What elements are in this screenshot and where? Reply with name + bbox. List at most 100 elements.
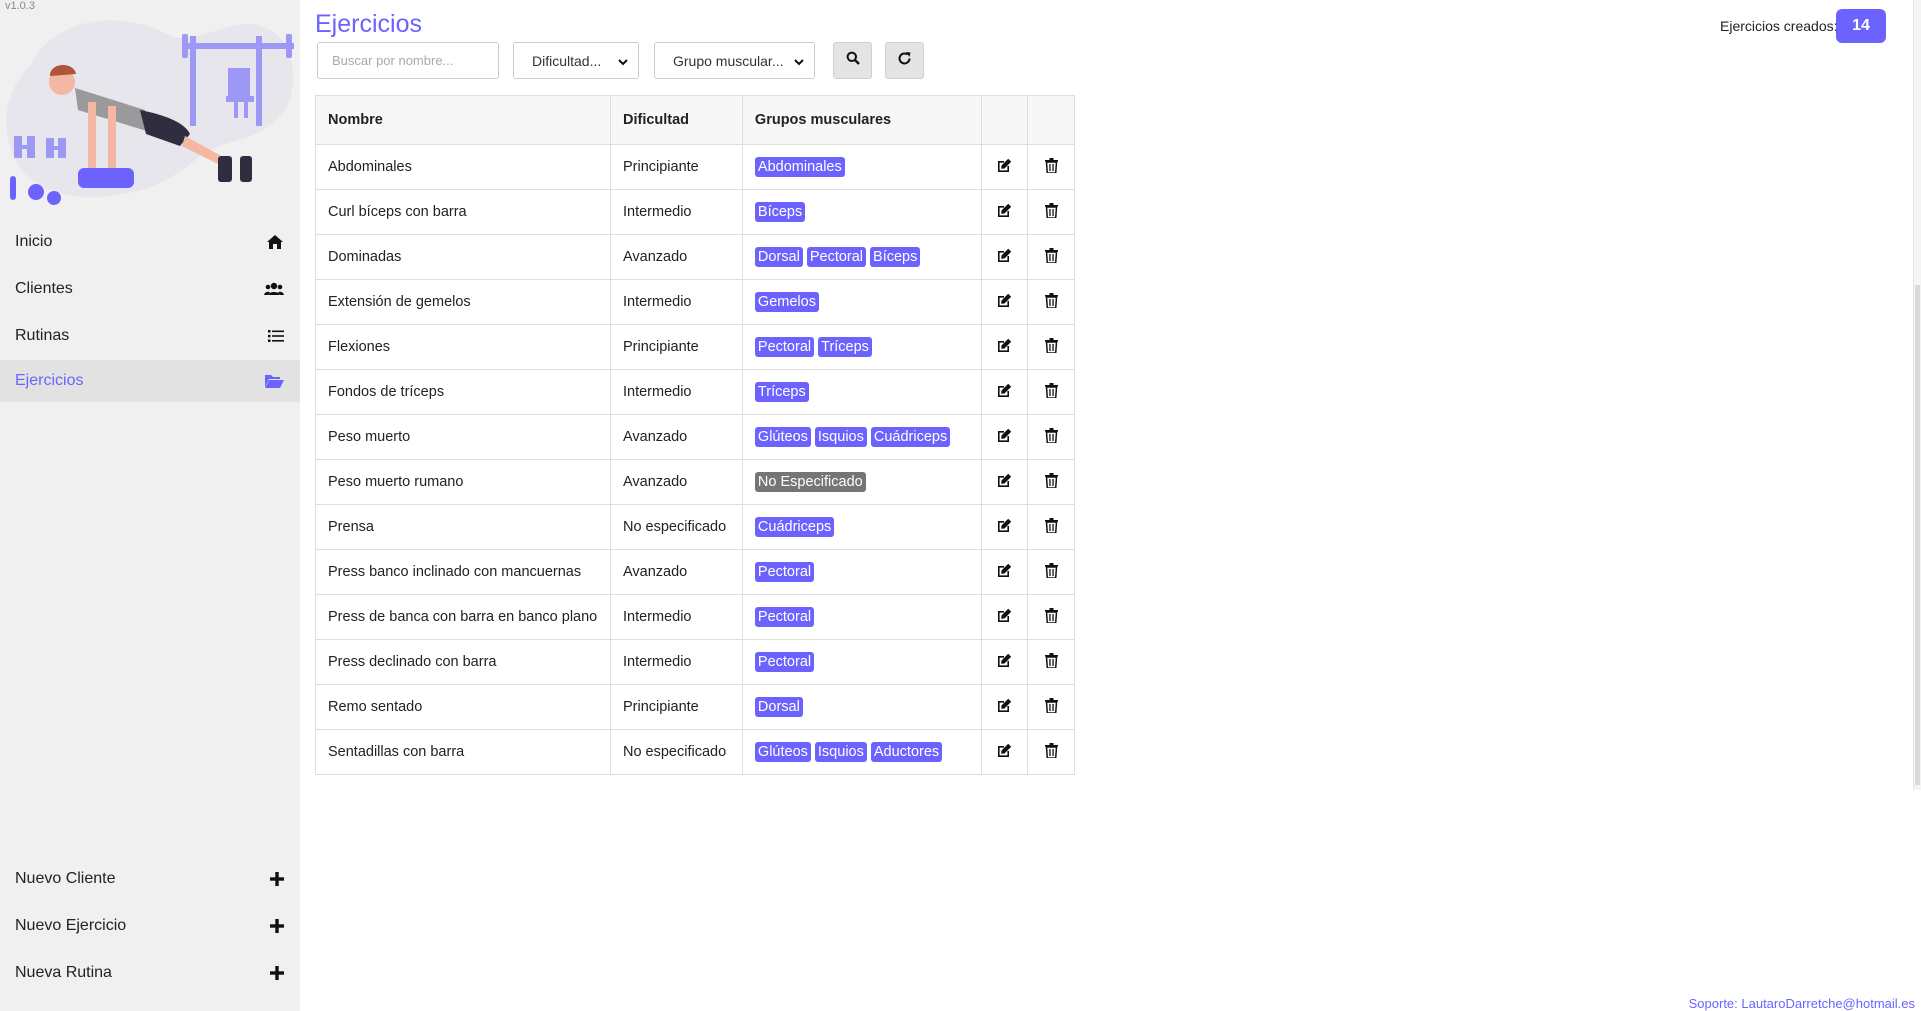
folder-open-icon — [265, 374, 284, 388]
delete-button[interactable] — [1027, 639, 1075, 685]
sidebar-item-ejercicios[interactable]: Ejercicios — [0, 360, 300, 402]
edit-button[interactable] — [980, 279, 1029, 325]
delete-button[interactable] — [1027, 549, 1075, 595]
exercise-difficulty: Avanzado — [609, 459, 743, 505]
exercise-name: Peso muerto rumano — [315, 459, 611, 505]
edit-icon — [997, 698, 1012, 717]
edit-button[interactable] — [980, 144, 1029, 190]
trash-icon — [1044, 157, 1058, 177]
exercise-difficulty: Avanzado — [609, 414, 743, 460]
edit-icon — [997, 203, 1012, 222]
search-button[interactable] — [833, 42, 872, 79]
trash-icon — [1044, 337, 1058, 357]
exercise-muscle-groups: Abdominales — [741, 144, 982, 190]
muscle-group-tag: Cuádriceps — [870, 427, 951, 447]
search-input[interactable] — [317, 42, 499, 79]
delete-button[interactable] — [1027, 504, 1075, 550]
delete-button[interactable] — [1027, 414, 1075, 460]
exercise-muscle-groups: Glúteos Isquios Cuádriceps — [741, 414, 982, 460]
exercise-muscle-groups: Gemelos — [741, 279, 982, 325]
muscle-group-tag: Cuádriceps — [754, 517, 835, 537]
edit-icon — [997, 563, 1012, 582]
muscle-group-tag: Aductores — [870, 742, 943, 762]
page-title: Ejercicios — [315, 10, 422, 38]
users-icon — [264, 282, 284, 296]
muscle-group-tag: Tríceps — [754, 382, 809, 402]
exercise-name: Press de banca con barra en banco plano — [315, 594, 611, 640]
column-header-name: Nombre — [315, 95, 611, 145]
edit-icon — [997, 743, 1012, 762]
delete-button[interactable] — [1027, 459, 1075, 505]
exercise-muscle-groups: Cuádriceps — [741, 504, 982, 550]
exercise-name: Abdominales — [315, 144, 611, 190]
scrollbar-thumb[interactable] — [1915, 285, 1920, 785]
refresh-button[interactable] — [885, 42, 924, 79]
new-exercise-button[interactable]: Nuevo Ejercicio — [0, 905, 300, 947]
exercise-name: Dominadas — [315, 234, 611, 280]
sidebar: v1.0.3 Inicio Clientes Rutinas Ejercicio… — [0, 0, 300, 1011]
new-client-button[interactable]: Nuevo Cliente — [0, 858, 300, 900]
trash-icon — [1044, 652, 1058, 672]
sidebar-item-clientes[interactable]: Clientes — [0, 268, 300, 310]
sidebar-item-label: Ejercicios — [15, 372, 84, 389]
edit-icon — [997, 158, 1012, 177]
difficulty-select[interactable]: Dificultad... — [513, 42, 639, 79]
edit-button[interactable] — [980, 549, 1029, 595]
exercise-difficulty: Intermedio — [609, 639, 743, 685]
edit-button[interactable] — [980, 234, 1029, 280]
page-scrollbar[interactable] — [1913, 0, 1921, 790]
trash-icon — [1044, 472, 1058, 492]
exercise-difficulty: No especificado — [609, 729, 743, 775]
refresh-icon — [897, 51, 912, 71]
muscle-group-tag: No Especificado — [754, 472, 866, 492]
delete-button[interactable] — [1027, 189, 1075, 235]
edit-button[interactable] — [980, 324, 1029, 370]
workout-illustration — [6, 20, 294, 205]
edit-icon — [997, 248, 1012, 267]
exercise-difficulty: No especificado — [609, 504, 743, 550]
delete-button[interactable] — [1027, 594, 1075, 640]
delete-button[interactable] — [1027, 144, 1075, 190]
exercise-count-label: Ejercicios creados: — [1720, 18, 1838, 34]
trash-icon — [1044, 292, 1058, 312]
table-row: Flexiones Principiante Pectoral Tríceps — [315, 324, 1075, 370]
delete-button[interactable] — [1027, 279, 1075, 325]
delete-button[interactable] — [1027, 369, 1075, 415]
action-label: Nuevo Cliente — [15, 870, 116, 887]
table-row: Dominadas Avanzado Dorsal Pectoral Bíceps — [315, 234, 1075, 280]
action-label: Nuevo Ejercicio — [15, 917, 127, 934]
delete-button[interactable] — [1027, 729, 1075, 775]
support-link[interactable]: Soporte: LautaroDarretche@hotmail.es — [1689, 996, 1915, 1011]
exercise-name: Sentadillas con barra — [315, 729, 611, 775]
exercise-difficulty: Intermedio — [609, 369, 743, 415]
edit-button[interactable] — [980, 729, 1029, 775]
new-routine-button[interactable]: Nueva Rutina — [0, 952, 300, 994]
delete-button[interactable] — [1027, 324, 1075, 370]
edit-button[interactable] — [980, 594, 1029, 640]
muscle-group-tag: Bíceps — [754, 202, 806, 222]
exercise-count-badge: 14 — [1836, 9, 1886, 43]
edit-button[interactable] — [980, 369, 1029, 415]
edit-icon — [997, 473, 1012, 492]
delete-button[interactable] — [1027, 684, 1075, 730]
plus-icon — [270, 919, 284, 933]
edit-button[interactable] — [980, 414, 1029, 460]
sidebar-item-label: Inicio — [15, 233, 53, 250]
edit-icon — [997, 428, 1012, 447]
muscle-group-select[interactable]: Grupo muscular... — [654, 42, 815, 79]
edit-icon — [997, 383, 1012, 402]
table-row: Press declinado con barra Intermedio Pecto… — [315, 639, 1075, 685]
exercises-table-body: Abdominales Principiante Abdominales Curl b… — [315, 144, 1075, 775]
sidebar-item-rutinas[interactable]: Rutinas — [0, 315, 300, 357]
sidebar-item-inicio[interactable]: Inicio — [0, 221, 300, 263]
trash-icon — [1044, 382, 1058, 402]
exercise-muscle-groups: Glúteos Isquios Aductores — [741, 729, 982, 775]
delete-button[interactable] — [1027, 234, 1075, 280]
edit-button[interactable] — [980, 459, 1029, 505]
edit-button[interactable] — [980, 189, 1029, 235]
edit-button[interactable] — [980, 684, 1029, 730]
exercise-difficulty: Intermedio — [609, 189, 743, 235]
edit-button[interactable] — [980, 504, 1029, 550]
table-row: Extensión de gemelos Intermedio Gemelos — [315, 279, 1075, 325]
edit-button[interactable] — [980, 639, 1029, 685]
